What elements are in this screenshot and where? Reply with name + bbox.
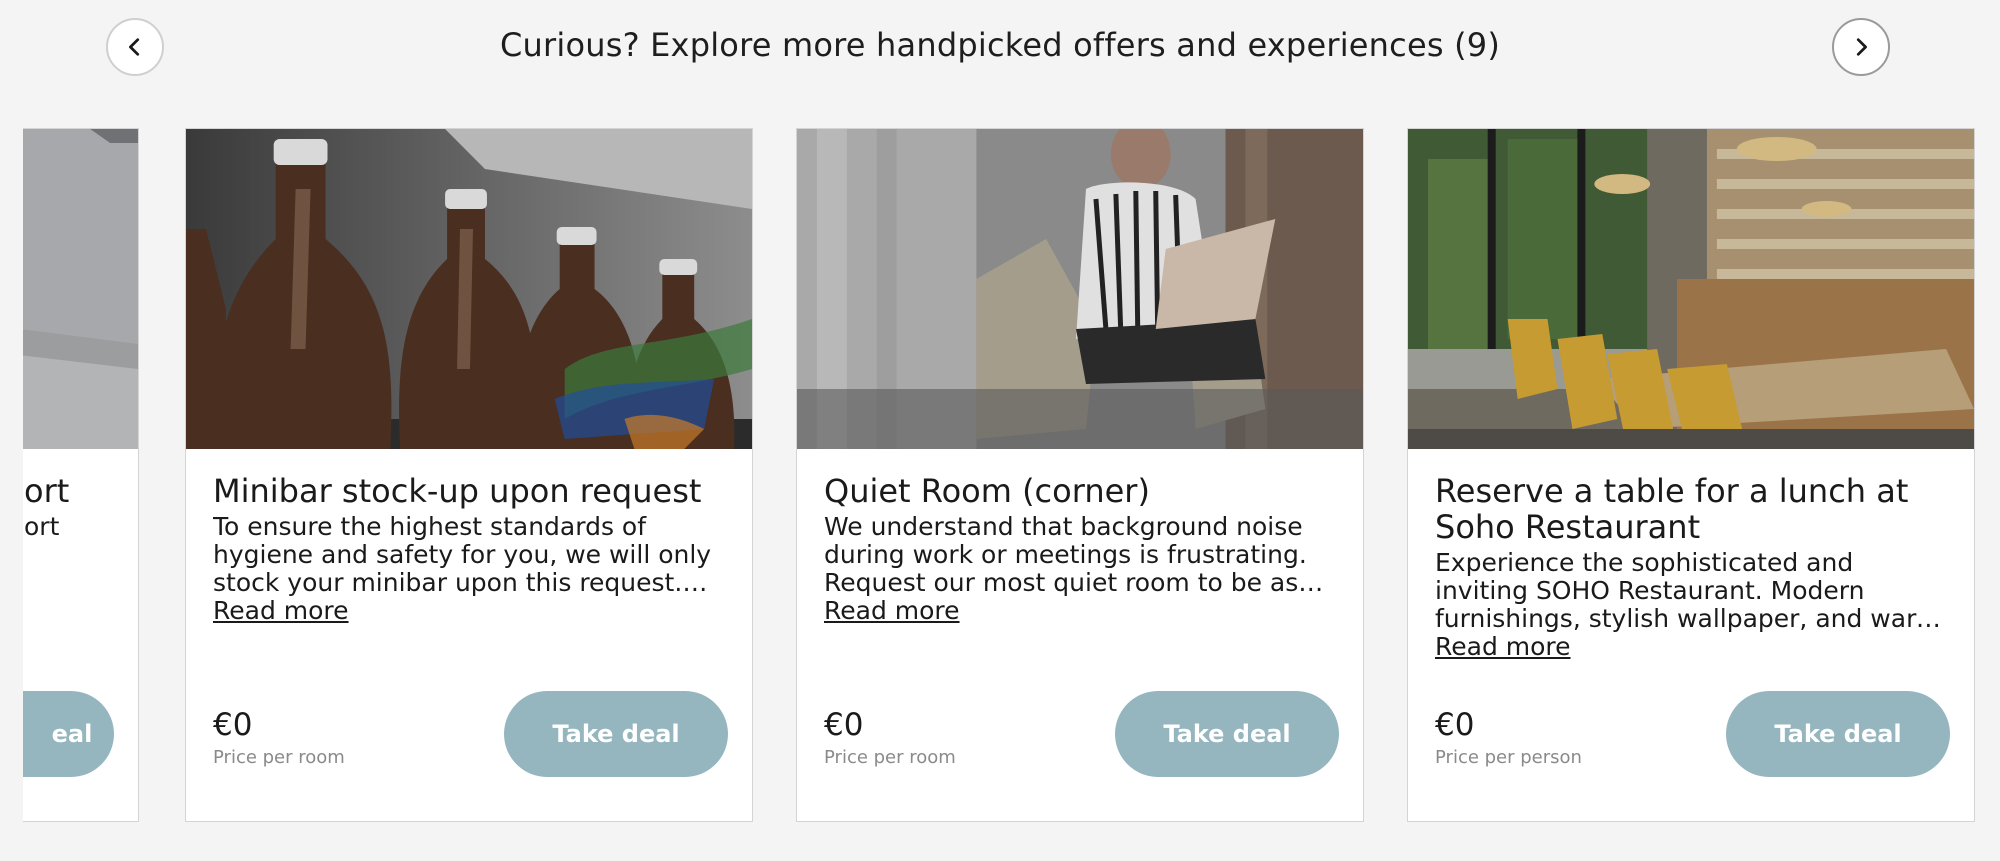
- quiet-room-image: [797, 129, 1363, 449]
- offer-title: Reserve a table for a lunch at Soho Rest…: [1435, 472, 1909, 546]
- read-more-link[interactable]: Read more: [824, 597, 960, 625]
- offer-card-quiet-room: Quiet Room (corner) We understand that b…: [796, 128, 1364, 822]
- offer-description: Experience the sophisticated and invitin…: [1435, 549, 1941, 633]
- chevron-right-icon: [1856, 38, 1867, 56]
- offer-price: €0: [213, 707, 253, 743]
- take-deal-button[interactable]: Take deal: [1115, 691, 1339, 777]
- take-deal-label-fragment: eal: [51, 720, 93, 748]
- offer-price: €0: [1435, 707, 1475, 743]
- carousel-prev-button[interactable]: [106, 18, 164, 76]
- take-deal-button-partial[interactable]: eal: [23, 691, 114, 777]
- carousel-next-button[interactable]: [1832, 18, 1890, 76]
- minibar-image: [186, 129, 752, 449]
- offer-image: [23, 129, 138, 449]
- price-note: Price per person: [1435, 747, 1582, 768]
- take-deal-button[interactable]: Take deal: [504, 691, 728, 777]
- offer-desc-fragment: ort: [24, 513, 60, 541]
- offer-price: €0: [824, 707, 864, 743]
- section-heading: Curious? Explore more handpicked offers …: [499, 26, 1501, 64]
- offer-card-partial: ort ort eal: [23, 128, 139, 822]
- price-note: Price per room: [824, 747, 956, 768]
- offer-card-minibar: Minibar stock-up upon request To ensure …: [185, 128, 753, 822]
- offer-title-fragment: ort: [24, 472, 70, 510]
- offer-title: Minibar stock-up upon request: [213, 472, 702, 510]
- offer-description: To ensure the highest standards of hygie…: [213, 513, 712, 597]
- price-note: Price per room: [213, 747, 345, 768]
- offers-carousel[interactable]: ort ort eal Minibar stock-up upon reques…: [23, 128, 1975, 822]
- read-more-link[interactable]: Read more: [213, 597, 349, 625]
- read-more-link[interactable]: Read more: [1435, 633, 1571, 661]
- offer-card-soho-restaurant: Reserve a table for a lunch at Soho Rest…: [1407, 128, 1975, 822]
- restaurant-image: [1408, 129, 1974, 449]
- chevron-left-icon: [129, 38, 140, 56]
- offer-title: Quiet Room (corner): [824, 472, 1150, 510]
- take-deal-button[interactable]: Take deal: [1726, 691, 1950, 777]
- offer-description: We understand that background noise duri…: [824, 513, 1322, 597]
